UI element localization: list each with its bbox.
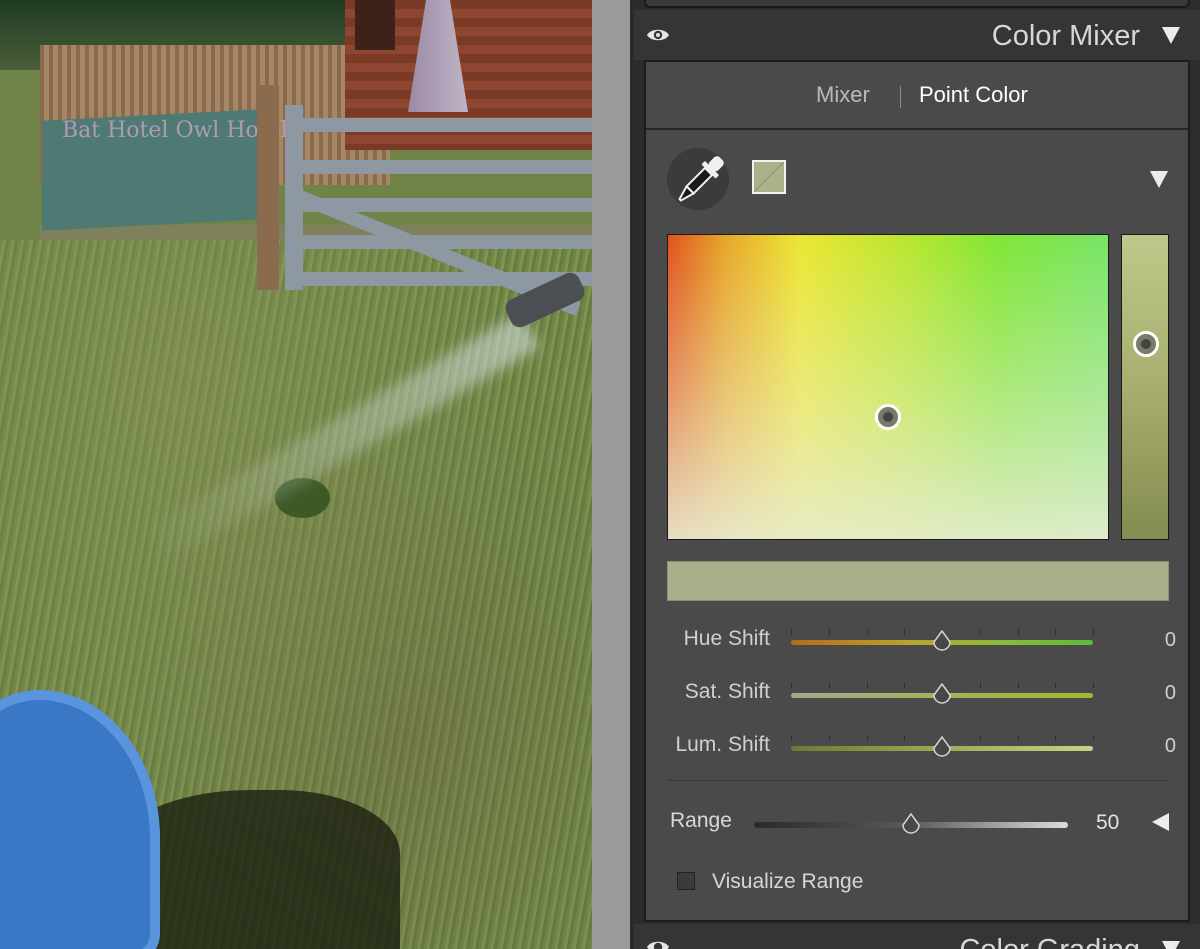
- range-label: Range: [670, 809, 732, 832]
- slider-tick: [1055, 682, 1057, 688]
- panel-divider[interactable]: [592, 0, 630, 949]
- photo-preview: Bat Hotel Owl Hotel: [0, 0, 592, 949]
- color-range-preview: [667, 561, 1169, 601]
- triangle-down-icon[interactable]: [1148, 168, 1170, 190]
- develop-panel: Color Mixer Mixer Point Color Hue Shift …: [634, 0, 1200, 949]
- slider-tick: [1017, 735, 1019, 741]
- slider-tick: [1055, 735, 1057, 741]
- lum-shift-row: Lum. Shift 0: [646, 729, 1188, 765]
- slider-tick: [828, 629, 830, 635]
- lum-shift-value[interactable]: 0: [1165, 735, 1176, 758]
- visualize-range-checkbox[interactable]: [677, 872, 695, 890]
- hue-saturation-field[interactable]: [667, 234, 1109, 540]
- next-section-title: Color Grading: [959, 934, 1140, 949]
- sampled-color-swatch[interactable]: [752, 160, 786, 194]
- slider-tick: [828, 682, 830, 688]
- slider-tick: [1055, 629, 1057, 635]
- sat-shift-label: Sat. Shift: [684, 680, 770, 703]
- sat-shift-thumb[interactable]: [932, 683, 952, 707]
- photo-gate-rail: [300, 235, 592, 249]
- luminance-strip[interactable]: [1121, 234, 1169, 540]
- sat-shift-value[interactable]: 0: [1165, 682, 1176, 705]
- previous-section-edge: [644, 0, 1190, 8]
- tab-separator: [900, 86, 901, 108]
- slider-tick: [904, 682, 906, 688]
- slider-tick: [828, 735, 830, 741]
- mixer-tabs: Mixer Point Color: [646, 62, 1188, 130]
- triangle-left-icon[interactable]: [1149, 811, 1171, 833]
- slider-tick: [866, 735, 868, 741]
- saturation-gradient: [668, 235, 1108, 539]
- slider-tick: [1093, 629, 1094, 635]
- eye-icon[interactable]: [646, 26, 670, 44]
- tab-mixer[interactable]: Mixer: [816, 82, 870, 108]
- photo-gate-post: [257, 85, 279, 290]
- triangle-down-icon[interactable]: [1160, 938, 1182, 949]
- slider-tick: [791, 735, 792, 741]
- lum-shift-thumb[interactable]: [932, 736, 952, 760]
- hue-shift-label: Hue Shift: [683, 627, 770, 650]
- slider-tick: [866, 629, 868, 635]
- photo-shed-window: [355, 0, 395, 50]
- slider-tick: [1093, 735, 1094, 741]
- photo-gate-rail: [300, 118, 592, 132]
- swatch-slash: [754, 162, 784, 192]
- slider-tick: [904, 629, 906, 635]
- color-grading-header[interactable]: Color Grading: [634, 924, 1200, 949]
- slider-tick: [979, 682, 981, 688]
- hue-shift-thumb[interactable]: [932, 630, 952, 654]
- slider-tick: [791, 682, 792, 688]
- luminance-handle[interactable]: [1133, 331, 1159, 358]
- triangle-down-icon[interactable]: [1160, 24, 1182, 46]
- slider-tick: [979, 629, 981, 635]
- range-thumb[interactable]: [901, 813, 921, 837]
- color-mixer-header[interactable]: Color Mixer: [634, 10, 1200, 60]
- lum-shift-label: Lum. Shift: [675, 733, 770, 756]
- slider-tick: [904, 735, 906, 741]
- photo-gate-rail: [300, 160, 592, 174]
- eye-icon[interactable]: [646, 938, 670, 949]
- hue-shift-row: Hue Shift 0: [646, 623, 1188, 659]
- slider-tick: [1017, 682, 1019, 688]
- section-title: Color Mixer: [991, 20, 1140, 52]
- eyedropper-icon[interactable]: [668, 148, 732, 212]
- color-mixer-body: Mixer Point Color Hue Shift 0 Sat. Shift…: [644, 60, 1190, 922]
- slider-tick: [791, 629, 792, 635]
- slider-tick: [979, 735, 981, 741]
- hue-shift-value[interactable]: 0: [1165, 629, 1176, 652]
- photo-board-text: Bat Hotel Owl Hotel: [62, 118, 288, 143]
- slider-tick: [1093, 682, 1094, 688]
- divider-line: [667, 780, 1169, 781]
- slider-tick: [1017, 629, 1019, 635]
- sat-shift-row: Sat. Shift 0: [646, 676, 1188, 712]
- range-value[interactable]: 50: [1096, 811, 1119, 835]
- slider-tick: [866, 682, 868, 688]
- tab-point-color[interactable]: Point Color: [919, 82, 1028, 108]
- visualize-range-label[interactable]: Visualize Range: [712, 870, 863, 894]
